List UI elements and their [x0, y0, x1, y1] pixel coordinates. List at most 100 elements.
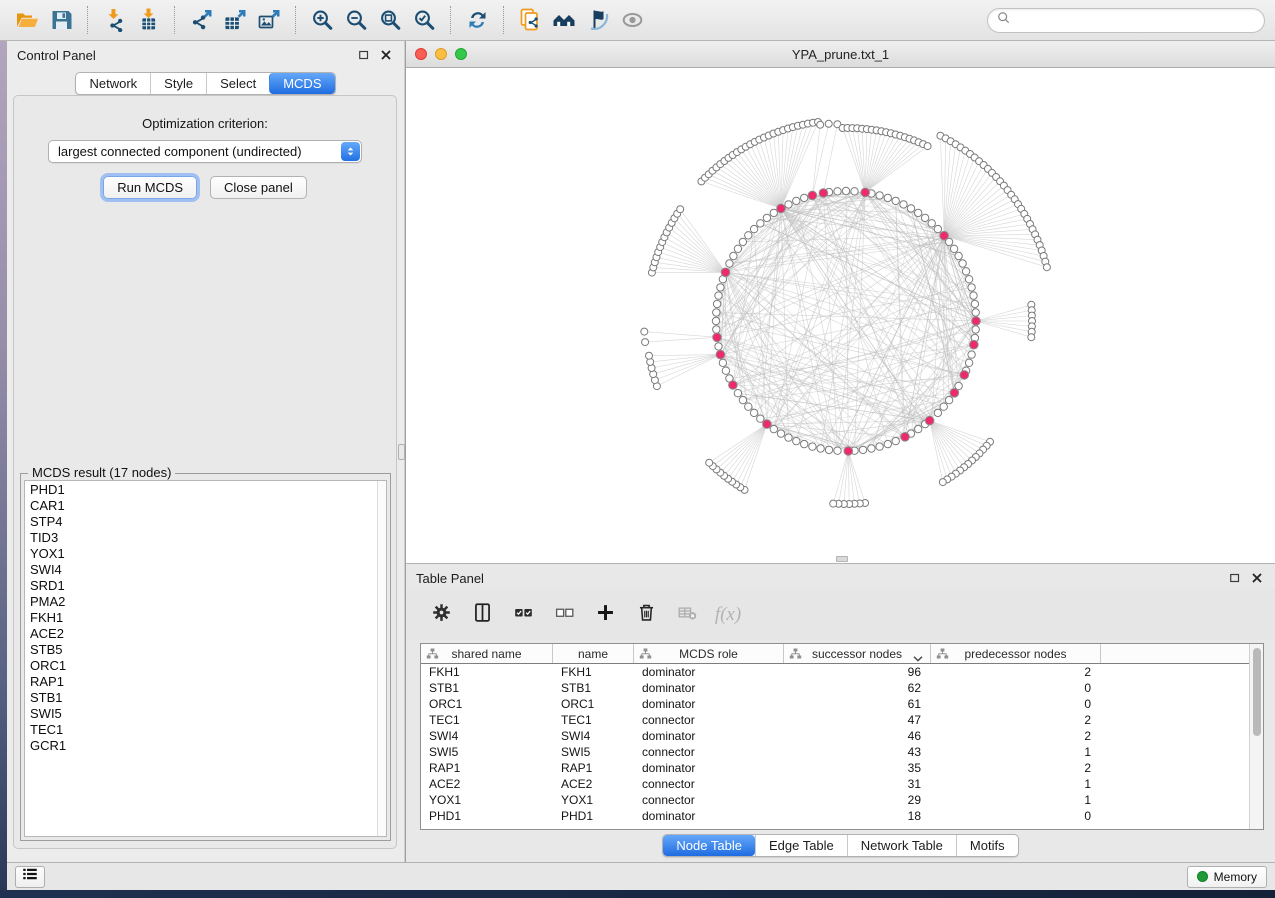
mcds-node[interactable] — [861, 188, 870, 197]
export-network-button[interactable] — [184, 4, 218, 36]
mcds-node[interactable] — [950, 389, 959, 398]
mcds-node[interactable] — [901, 433, 910, 442]
mcds-node[interactable] — [808, 191, 817, 200]
mcds-result-item[interactable]: FKH1 — [25, 610, 377, 626]
tab-select[interactable]: Select — [206, 73, 269, 94]
zoom-selected-button[interactable] — [407, 4, 441, 36]
mcds-node[interactable] — [763, 420, 772, 429]
apply-layout-button[interactable] — [460, 4, 494, 36]
mcds-list-scrollbar[interactable] — [377, 481, 386, 836]
column-header-successor-nodes[interactable]: successor nodes — [784, 644, 931, 663]
import-table-button[interactable] — [131, 4, 165, 36]
mcds-node[interactable] — [716, 350, 725, 359]
task-history-button[interactable] — [15, 866, 45, 888]
canvas-splitter-handle[interactable] — [836, 556, 848, 562]
table-row-SWI5[interactable]: SWI5SWI5connector431 — [421, 744, 1263, 760]
tab-network[interactable]: Network — [76, 73, 150, 94]
float-panel-button[interactable] — [356, 47, 372, 63]
tab-style[interactable]: Style — [150, 73, 206, 94]
unselect-all-columns-button[interactable] — [551, 602, 577, 628]
mcds-node[interactable] — [729, 381, 738, 390]
column-header-predecessor-nodes[interactable]: predecessor nodes — [931, 644, 1101, 663]
column-header-MCDS-role[interactable]: MCDS role — [634, 644, 784, 663]
zoom-in-button[interactable] — [305, 4, 339, 36]
mcds-result-item[interactable]: SWI5 — [25, 706, 377, 722]
hide-selected-button[interactable] — [581, 4, 615, 36]
panel-splitter-handle[interactable] — [398, 444, 405, 460]
table-row-YOX1[interactable]: YOX1YOX1connector291 — [421, 792, 1263, 808]
column-header-name[interactable]: name — [553, 644, 634, 663]
mcds-result-item[interactable]: STB1 — [25, 690, 377, 706]
mcds-result-item[interactable]: RAP1 — [25, 674, 377, 690]
run-mcds-button[interactable]: Run MCDS — [103, 176, 197, 199]
mcds-result-item[interactable]: STB5 — [25, 642, 377, 658]
close-table-panel-button[interactable] — [1249, 570, 1265, 586]
search-box[interactable] — [987, 8, 1265, 33]
mcds-result-item[interactable]: PMA2 — [25, 594, 377, 610]
table-row-STB1[interactable]: STB1STB1dominator620 — [421, 680, 1263, 696]
float-table-panel-button[interactable] — [1227, 570, 1243, 586]
network-window-titlebar[interactable]: YPA_prune.txt_1 — [406, 41, 1275, 68]
close-panel-button-mcds[interactable]: Close panel — [210, 176, 307, 199]
mcds-result-item[interactable]: GCR1 — [25, 738, 377, 754]
show-all-button[interactable] — [615, 4, 649, 36]
search-input[interactable] — [1011, 13, 1256, 27]
mcds-result-item[interactable]: SWI4 — [25, 562, 377, 578]
mcds-result-item[interactable]: PHD1 — [25, 482, 377, 498]
mcds-node[interactable] — [940, 231, 949, 240]
mcds-result-item[interactable]: SRD1 — [25, 578, 377, 594]
first-neighbors-button[interactable] — [547, 4, 581, 36]
mcds-node[interactable] — [972, 317, 981, 326]
table-row-RAP1[interactable]: RAP1RAP1dominator352 — [421, 760, 1263, 776]
mcds-result-list[interactable]: PHD1CAR1STP4TID3YOX1SWI4SRD1PMA2FKH1ACE2… — [24, 480, 387, 837]
mcds-result-item[interactable]: ACE2 — [25, 626, 377, 642]
table-tab-network-table[interactable]: Network Table — [847, 835, 956, 856]
table-row-ACE2[interactable]: ACE2ACE2connector311 — [421, 776, 1263, 792]
mcds-result-item[interactable]: YOX1 — [25, 546, 377, 562]
table-row-TEC1[interactable]: TEC1TEC1connector472 — [421, 712, 1263, 728]
table-tab-node-table[interactable]: Node Table — [663, 835, 755, 856]
table-row-SWI4[interactable]: SWI4SWI4dominator462 — [421, 728, 1263, 744]
mcds-node[interactable] — [925, 416, 934, 425]
add-column-button[interactable] — [592, 602, 618, 628]
hide-selected-icon — [586, 8, 611, 32]
save-session-button[interactable] — [44, 4, 78, 36]
delete-column-button[interactable] — [633, 602, 659, 628]
mcds-node[interactable] — [960, 371, 969, 380]
table-vertical-scrollbar[interactable] — [1249, 644, 1263, 829]
split-table-button[interactable] — [469, 602, 495, 628]
open-file-button[interactable] — [10, 4, 44, 36]
table-row-ORC1[interactable]: ORC1ORC1dominator610 — [421, 696, 1263, 712]
close-panel-button[interactable] — [378, 47, 394, 63]
table-scrollbar-thumb[interactable] — [1253, 648, 1261, 736]
network-from-selection-button[interactable] — [513, 4, 547, 36]
table-row-FKH1[interactable]: FKH1FKH1dominator962 — [421, 664, 1263, 680]
table-tab-edge-table[interactable]: Edge Table — [755, 835, 847, 856]
criterion-select[interactable]: largest connected component (undirected) — [48, 140, 362, 163]
network-graph[interactable] — [406, 68, 1275, 563]
mcds-node[interactable] — [819, 189, 828, 198]
table-tab-motifs[interactable]: Motifs — [956, 835, 1018, 856]
export-image-button[interactable] — [252, 4, 286, 36]
mcds-result-item[interactable]: CAR1 — [25, 498, 377, 514]
mcds-result-item[interactable]: TID3 — [25, 530, 377, 546]
table-row-PHD1[interactable]: PHD1PHD1dominator180 — [421, 808, 1263, 824]
zoom-fit-button[interactable] — [373, 4, 407, 36]
memory-button[interactable]: Memory — [1187, 866, 1267, 888]
select-all-columns-button[interactable] — [510, 602, 536, 628]
mcds-node[interactable] — [970, 340, 979, 349]
zoom-out-button[interactable] — [339, 4, 373, 36]
mcds-node[interactable] — [777, 204, 786, 213]
mcds-node[interactable] — [721, 268, 730, 277]
network-canvas[interactable] — [406, 68, 1275, 563]
mcds-result-item[interactable]: ORC1 — [25, 658, 377, 674]
tab-mcds[interactable]: MCDS — [269, 73, 334, 94]
mcds-result-item[interactable]: TEC1 — [25, 722, 377, 738]
export-table-button[interactable] — [218, 4, 252, 36]
mcds-result-item[interactable]: STP4 — [25, 514, 377, 530]
column-header-shared-name[interactable]: shared name — [421, 644, 553, 663]
mcds-node[interactable] — [713, 333, 722, 342]
mcds-node[interactable] — [844, 447, 853, 456]
import-network-button[interactable] — [97, 4, 131, 36]
column-settings-button[interactable] — [428, 602, 454, 628]
